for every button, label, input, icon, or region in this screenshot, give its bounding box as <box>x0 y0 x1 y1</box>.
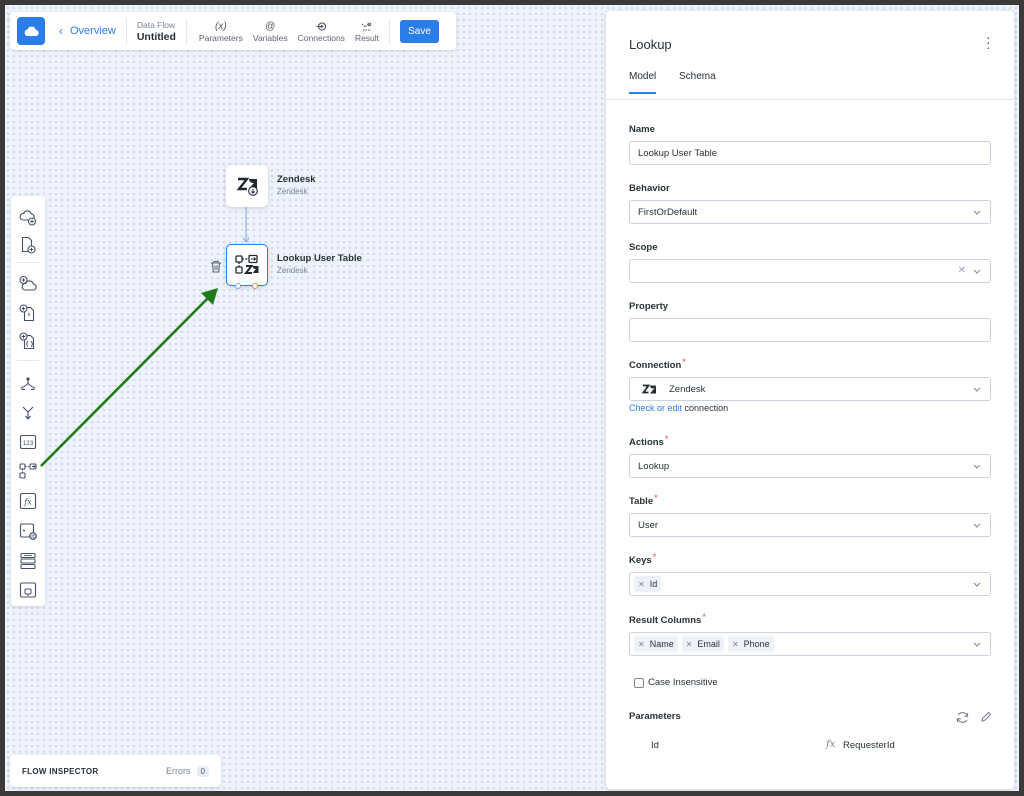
refresh-icon[interactable] <box>956 711 969 724</box>
table-label: Table* <box>629 493 658 507</box>
zendesk-logo-icon <box>642 384 656 393</box>
keys-multiselect[interactable]: ✕ Id <box>629 572 991 596</box>
pencil-icon[interactable] <box>980 711 992 723</box>
canvas[interactable]: ‹ Overview Data Flow Untitled (x) Parame… <box>5 5 1019 791</box>
connection-select[interactable]: Zendesk <box>629 377 991 401</box>
scope-label: Scope <box>629 242 658 253</box>
check-connection-text: Check or edit connection <box>629 403 728 413</box>
table-value: User <box>638 519 659 531</box>
clear-icon[interactable]: ✕ <box>958 265 966 276</box>
connection-label: Connection* <box>629 357 686 371</box>
connection-label-text: Connection <box>629 360 682 371</box>
chip-label: Id <box>649 579 658 589</box>
parameter-value[interactable]: RequesterId <box>843 740 895 751</box>
properties-panel: Lookup · · · Model Schema Name Lookup User… <box>606 11 1014 789</box>
chip-label: Phone <box>743 639 770 649</box>
table-select[interactable]: User <box>629 513 991 537</box>
errors-count-badge: 0 <box>196 765 209 777</box>
result-columns-multiselect[interactable]: ✕ Name ✕ Email ✕ Phone <box>629 632 991 656</box>
flow-inspector[interactable]: FLOW INSPECTOR Errors 0 <box>10 755 221 787</box>
flow-inspector-title: FLOW INSPECTOR <box>22 766 99 776</box>
name-label: Name <box>629 124 655 135</box>
case-insensitive-checkbox[interactable] <box>634 678 644 688</box>
remove-chip-icon[interactable]: ✕ <box>638 580 645 589</box>
required-mark: * <box>664 434 669 444</box>
actions-label-text: Actions <box>629 437 664 448</box>
column-chip: ✕ Email <box>681 636 724 652</box>
chevron-down-icon <box>973 464 981 469</box>
remove-chip-icon[interactable]: ✕ <box>638 640 645 649</box>
check-suffix: connection <box>684 403 729 413</box>
behavior-select[interactable]: FirstOrDefault <box>629 200 991 224</box>
errors-label: Errors <box>166 766 191 776</box>
column-chip: ✕ Phone <box>727 636 774 652</box>
parameters-label: Parameters <box>629 711 681 722</box>
tab-divider <box>606 99 1014 100</box>
keys-label-text: Keys <box>629 555 652 566</box>
connection-value: Zendesk <box>669 383 706 395</box>
chevron-down-icon <box>973 269 981 274</box>
keys-label: Keys* <box>629 552 657 566</box>
property-input[interactable] <box>629 318 991 342</box>
key-chip: ✕ Id <box>634 576 662 592</box>
required-mark: * <box>652 552 657 562</box>
fx-icon: fx <box>826 739 836 750</box>
panel-title: Lookup <box>629 37 672 52</box>
actions-select[interactable]: Lookup <box>629 454 991 478</box>
required-mark: * <box>654 493 658 503</box>
result-columns-label: Result Columns* <box>629 612 706 626</box>
chip-label: Name <box>649 639 674 649</box>
remove-chip-icon[interactable]: ✕ <box>686 640 693 649</box>
behavior-label: Behavior <box>629 183 670 194</box>
required-mark: * <box>702 612 706 622</box>
chevron-down-icon <box>973 523 981 528</box>
tab-model[interactable]: Model <box>629 71 657 94</box>
chevron-down-icon <box>973 582 981 587</box>
scope-select[interactable]: ✕ <box>629 259 991 283</box>
chevron-down-icon <box>973 387 981 392</box>
check-or-edit-link[interactable]: Check or edit <box>629 403 682 413</box>
column-chip: ✕ Name <box>634 636 678 652</box>
chevron-down-icon <box>973 210 981 215</box>
result-columns-label-text: Result Columns <box>629 615 702 626</box>
case-insensitive-label: Case Insensitive <box>648 677 718 688</box>
parameter-name: Id <box>651 740 659 751</box>
table-label-text: Table <box>629 496 654 507</box>
tab-schema[interactable]: Schema <box>679 71 716 82</box>
chevron-down-icon <box>973 642 981 647</box>
property-label: Property <box>629 301 669 312</box>
chip-label: Email <box>697 639 720 649</box>
name-value: Lookup User Table <box>638 147 718 159</box>
actions-label: Actions* <box>629 434 669 448</box>
errors-indicator[interactable]: Errors 0 <box>166 765 209 777</box>
annotation-arrow <box>40 288 218 467</box>
required-mark: * <box>682 357 686 367</box>
name-input[interactable]: Lookup User Table <box>629 141 991 165</box>
remove-chip-icon[interactable]: ✕ <box>732 640 739 649</box>
more-options-icon[interactable]: · · · <box>986 30 991 54</box>
actions-value: Lookup <box>638 460 670 472</box>
behavior-value: FirstOrDefault <box>638 206 698 218</box>
